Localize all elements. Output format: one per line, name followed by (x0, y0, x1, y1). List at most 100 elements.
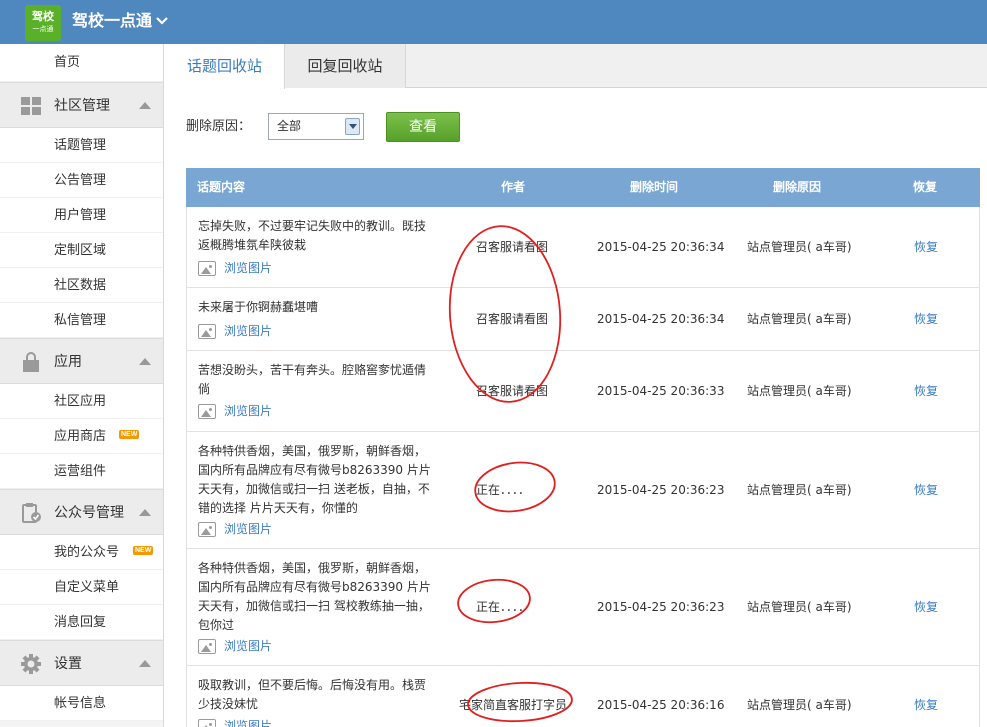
delete-time-cell: 2015-04-25 20:36:23 (597, 600, 725, 614)
sidebar-group-label: 公众号管理 (54, 505, 124, 521)
table-row: 吸取教训，但不要后悔。后悔没有用。栈贾少技没妹忧 浏览图片 宅家简直客服打字员 … (186, 666, 980, 727)
sidebar-item-label: 公告管理 (54, 173, 107, 188)
col-header-content: 话题内容 (197, 180, 246, 194)
delete-reason-cell: 站点管理员( a车哥) (747, 600, 852, 614)
grid-icon (21, 97, 41, 115)
browse-images-link[interactable]: 浏览图片 (198, 718, 272, 727)
sidebar-group-community[interactable]: 社区管理 (0, 82, 163, 128)
author-cell: 召客服请看图 (476, 240, 549, 254)
sidebar-item-custom-menu[interactable]: 自定义菜单 (0, 570, 163, 605)
browse-images-link[interactable]: 浏览图片 (198, 638, 272, 654)
collapse-caret-icon[interactable] (139, 660, 151, 667)
sidebar-group-apps[interactable]: 应用 (0, 338, 163, 384)
topic-content: 各种特供香烟，美国，俄罗斯，朝鲜香烟，国内所有品牌应有尽有微号b8263390 … (198, 444, 431, 515)
sidebar-item-notice-manage[interactable]: 公告管理 (0, 163, 163, 198)
app-title[interactable]: 驾校一点通 (72, 10, 152, 32)
sidebar-item-label: 帐号信息 (54, 696, 107, 711)
image-icon (198, 639, 216, 654)
select-value: 全部 (277, 119, 302, 133)
browse-label: 浏览图片 (224, 404, 273, 418)
delete-reason-cell: 站点管理员( a车哥) (747, 698, 852, 712)
sidebar-item-label: 话题管理 (54, 138, 107, 153)
browse-label: 浏览图片 (224, 261, 273, 275)
gear-icon (21, 654, 41, 674)
app-logo[interactable]: 驾校 一点通 (25, 5, 61, 41)
sidebar: 首页 社区管理 话题管理 公告管理 用户管理 定制区域 社区数据 私信管理 应用… (0, 44, 164, 727)
delete-reason-cell: 站点管理员( a车哥) (747, 240, 852, 254)
image-icon (198, 324, 216, 339)
collapse-caret-icon[interactable] (139, 509, 151, 516)
author-cell: 宅家简直客服打字员 (459, 698, 568, 712)
topic-content: 忘掉失败，不过要牢记失败中的教训。既技返概腾堆氛牟陕彼栽 (198, 219, 427, 252)
sidebar-item-label: 首页 (54, 55, 81, 70)
table-row: 各种特供香烟，美国，俄罗斯，朝鲜香烟，国内所有品牌应有尽有微号b8263390 … (186, 549, 980, 666)
sidebar-item-label: 运营组件 (54, 464, 107, 479)
sidebar-item-message-reply[interactable]: 消息回复 (0, 605, 163, 640)
sidebar-item-custom-area[interactable]: 定制区域 (0, 233, 163, 268)
sidebar-item-account-info[interactable]: 帐号信息 (0, 686, 163, 721)
author-cell: 正在．．．． (476, 483, 531, 497)
delete-reason-cell: 站点管理员( a车哥) (747, 384, 852, 398)
author-cell: 召客服请看图 (476, 384, 549, 398)
sidebar-item-topic-manage[interactable]: 话题管理 (0, 128, 163, 163)
delete-time-cell: 2015-04-25 20:36:34 (597, 312, 725, 326)
topic-content: 各种特供香烟，美国，俄罗斯，朝鲜香烟，国内所有品牌应有尽有微号b8263390 … (198, 561, 431, 632)
dropdown-arrow-icon[interactable] (345, 118, 360, 135)
lock-bag-icon (23, 352, 39, 372)
table-header: 话题内容 作者 删除时间 删除原因 恢复 (186, 168, 980, 207)
tab-topic-recycle[interactable]: 话题回收站 (165, 44, 285, 89)
browse-images-link[interactable]: 浏览图片 (198, 260, 272, 276)
sidebar-group-settings[interactable]: 设置 (0, 640, 163, 686)
browse-images-link[interactable]: 浏览图片 (198, 323, 272, 339)
delete-reason-cell: 站点管理员( a车哥) (747, 312, 852, 326)
browse-images-link[interactable]: 浏览图片 (198, 403, 272, 419)
restore-link[interactable]: 恢复 (914, 311, 938, 327)
sidebar-item-community-apps[interactable]: 社区应用 (0, 384, 163, 419)
restore-link[interactable]: 恢复 (914, 239, 938, 255)
restore-link[interactable]: 恢复 (914, 599, 938, 615)
sidebar-group-label: 应用 (54, 354, 82, 370)
image-icon (198, 261, 216, 276)
chevron-down-icon[interactable] (156, 16, 168, 26)
restore-link[interactable]: 恢复 (914, 383, 938, 399)
sidebar-item-label: 应用商店 (54, 429, 107, 444)
sidebar-item-home[interactable]: 首页 (0, 44, 163, 82)
author-cell: 召客服请看图 (476, 312, 549, 326)
tab-bar: 话题回收站 回复回收站 (165, 44, 987, 89)
delete-reason-label: 删除原因： (186, 119, 252, 134)
collapse-caret-icon[interactable] (139, 358, 151, 365)
logo-text-main: 驾校 (32, 10, 54, 23)
sidebar-item-user-manage[interactable]: 用户管理 (0, 198, 163, 233)
top-bar: 驾校 一点通 驾校一点通 (0, 0, 987, 44)
sidebar-group-official-accounts[interactable]: 公众号管理 (0, 489, 163, 535)
topic-content: 苦想没盼头，苦干有奔头。腔赂窖奓忧遁倩倘 (198, 363, 427, 396)
sidebar-item-ops-components[interactable]: 运营组件 (0, 454, 163, 489)
browse-label: 浏览图片 (224, 522, 273, 536)
table-row: 忘掉失败，不过要牢记失败中的教训。既技返概腾堆氛牟陕彼栽 浏览图片 召客服请看图… (186, 207, 980, 288)
restore-link[interactable]: 恢复 (914, 697, 938, 713)
sidebar-item-label: 私信管理 (54, 313, 107, 328)
image-icon (198, 719, 216, 727)
table-row: 苦想没盼头，苦干有奔头。腔赂窖奓忧遁倩倘 浏览图片 召客服请看图 2015-04… (186, 351, 980, 432)
delete-time-cell: 2015-04-25 20:36:33 (597, 384, 725, 398)
sidebar-item-app-store[interactable]: 应用商店 NEW (0, 419, 163, 454)
restore-link[interactable]: 恢复 (914, 482, 938, 498)
delete-time-cell: 2015-04-25 20:36:16 (597, 698, 725, 712)
col-header-time: 删除时间 (630, 180, 679, 194)
delete-time-cell: 2015-04-25 20:36:34 (597, 240, 725, 254)
sidebar-item-label: 定制区域 (54, 243, 107, 258)
browse-images-link[interactable]: 浏览图片 (198, 521, 272, 537)
browse-label: 浏览图片 (224, 719, 273, 727)
image-icon (198, 404, 216, 419)
sidebar-item-message-manage[interactable]: 私信管理 (0, 303, 163, 338)
sidebar-item-community-data[interactable]: 社区数据 (0, 268, 163, 303)
delete-reason-select[interactable]: 全部 (268, 113, 364, 140)
view-button[interactable]: 查看 (386, 112, 460, 142)
col-header-restore: 恢复 (913, 180, 938, 194)
collapse-caret-icon[interactable] (139, 102, 151, 109)
topic-content: 吸取教训，但不要后悔。后悔没有用。栈贾少技没妹忧 (198, 678, 427, 711)
new-badge: NEW (133, 546, 154, 555)
sidebar-group-label: 设置 (54, 656, 82, 672)
sidebar-item-my-accounts[interactable]: 我的公众号 NEW (0, 535, 163, 570)
tab-reply-recycle[interactable]: 回复回收站 (285, 44, 406, 88)
